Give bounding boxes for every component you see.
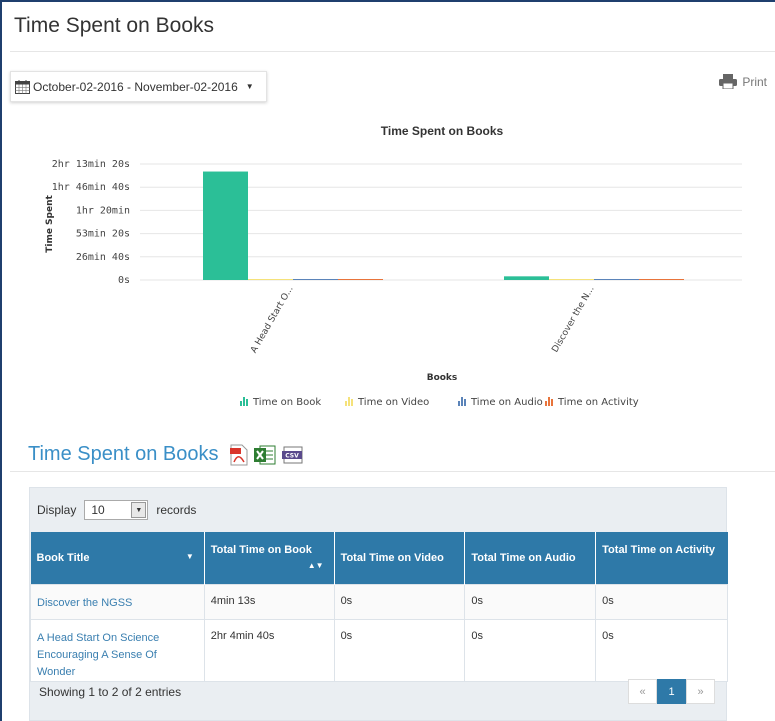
col-header-time-book[interactable]: Total Time on Book ▲▼ [204, 532, 335, 584]
print-button[interactable]: Print [719, 74, 767, 89]
time-on-video-cell: 0s [333, 618, 466, 682]
y-axis-label: Time Spent [45, 195, 55, 253]
bar-time-on-activity [639, 279, 684, 280]
print-label: Print [742, 74, 767, 89]
bar-time-on-video [248, 279, 293, 280]
page-title: Time Spent on Books [14, 14, 214, 37]
chart-title: Time Spent on Books [381, 124, 504, 138]
bar-time-on-book [504, 276, 549, 280]
svg-text:CSV: CSV [286, 452, 300, 459]
entries-info: Showing 1 to 2 of 2 entries [39, 685, 182, 699]
bar-chart-icon [240, 397, 248, 406]
col-header-time-audio[interactable]: Total Time on Audio [464, 532, 597, 584]
y-tick-label: 0s [118, 275, 130, 286]
report-header: Time Spent on Books CSV [28, 443, 304, 466]
time-on-activity-cell: 0s [595, 618, 728, 682]
col-header-time-activity[interactable]: Total Time on Activity [595, 532, 728, 584]
table-row: A Head Start On Science Encouraging A Se… [30, 618, 728, 682]
pdf-icon[interactable] [230, 444, 248, 466]
bar-time-on-audio [293, 279, 338, 280]
legend-label: Time on Audio [470, 397, 543, 408]
dropdown-arrow-icon: ▼ [131, 502, 147, 518]
title-divider [10, 51, 775, 52]
book-title-link[interactable]: Discover the NGSS [37, 597, 132, 609]
csv-icon[interactable]: CSV [282, 445, 304, 465]
time-on-activity-cell: 0s [595, 583, 728, 620]
sort-desc-icon: ▼ [185, 551, 194, 561]
calendar-icon [15, 79, 30, 94]
page-length-value: 10 [91, 503, 105, 517]
book-title-link[interactable]: A Head Start On Science Encouraging A Se… [37, 632, 159, 678]
y-axis-ticks: 0s 26min 40s 53min 20s 1hr 20min 1hr 46min 4… [52, 159, 130, 286]
pagination-prev[interactable]: « [628, 679, 657, 704]
legend-item: Time on Audio [458, 397, 543, 408]
pagination: « 1 » [628, 679, 715, 704]
page-length-control: Display 10 ▼ records [37, 500, 196, 520]
y-tick-label: 26min 40s [76, 252, 130, 263]
bar-time-on-activity [338, 279, 383, 280]
legend-label: Time on Activity [557, 397, 639, 408]
bar-time-on-audio [594, 279, 639, 280]
report-table: Book Title ▼ Total Time on Book ▲▼ Total T… [30, 532, 728, 682]
time-on-book-cell: 2hr 4min 40s [203, 618, 335, 682]
x-axis-label: Books [427, 373, 458, 383]
records-label: records [156, 503, 197, 517]
col-header-book-title[interactable]: Book Title ▼ [30, 532, 205, 584]
chart-bars [203, 171, 684, 280]
pagination-page-1[interactable]: 1 [657, 679, 686, 704]
legend-label: Time on Video [357, 397, 429, 408]
bar-chart-icon [458, 397, 466, 406]
page-length-select[interactable]: 10 ▼ [84, 500, 149, 520]
y-tick-label: 53min 20s [76, 229, 130, 240]
sort-icon: ▲▼ [307, 561, 324, 570]
legend-item: Time on Video [345, 397, 429, 408]
display-label: Display [37, 503, 77, 517]
x-tick-label: A Head Start O... [249, 285, 295, 355]
legend-label: Time on Book [252, 397, 321, 408]
report-title: Time Spent on Books [28, 443, 219, 465]
legend-item: Time on Activity [545, 397, 639, 408]
time-on-audio-cell: 0s [464, 618, 597, 682]
date-range-value: October-02-2016 - November-02-2016 [33, 79, 238, 94]
x-tick-label: Discover the N... [550, 285, 596, 355]
caret-down-icon: ▼ [245, 82, 254, 91]
date-range-picker[interactable]: October-02-2016 - November-02-2016 ▼ [10, 71, 267, 102]
pagination-next[interactable]: » [686, 679, 715, 704]
bar-chart-icon [345, 397, 353, 406]
excel-icon[interactable] [254, 444, 276, 466]
y-tick-label: 2hr 13min 20s [52, 159, 130, 170]
bar-time-on-video [549, 279, 594, 280]
col-header-time-video[interactable]: Total Time on Video [334, 532, 466, 584]
table-row: Discover the NGSS 4min 13s 0s 0s 0s [30, 583, 728, 620]
bar-chart-icon [545, 397, 553, 406]
time-on-book-cell: 4min 13s [203, 583, 335, 620]
chart-container: Time Spent on Books 0s 26min 40s 53min 20s… [10, 112, 775, 422]
bar-time-on-book [203, 171, 248, 280]
legend-item: Time on Book [240, 397, 321, 408]
printer-icon [719, 74, 738, 89]
y-tick-label: 1hr 20min [76, 205, 130, 216]
chart-legend: Time on Book Time on Video Time on Audio Ti… [240, 397, 639, 408]
y-tick-label: 1hr 46min 40s [52, 182, 130, 193]
report-divider [10, 471, 775, 472]
report-table-panel: Display 10 ▼ records Book Title ▼ Total T… [29, 487, 728, 721]
time-on-audio-cell: 0s [464, 583, 597, 620]
time-on-video-cell: 0s [333, 583, 466, 620]
x-axis-ticks: A Head Start O... Discover the N... [249, 285, 596, 355]
bar-chart: Time Spent on Books 0s 26min 40s 53min 20s… [45, 124, 742, 408]
